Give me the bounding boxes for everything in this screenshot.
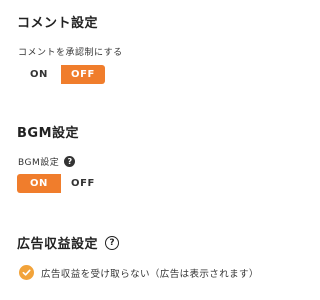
- ad-revenue-settings-title: 広告収益設定: [17, 237, 99, 252]
- comment-approval-off-option[interactable]: OFF: [61, 65, 105, 84]
- check-circle-icon[interactable]: [19, 265, 34, 280]
- bgm-label-row: BGM設定 ?: [18, 155, 76, 168]
- bgm-off-option[interactable]: OFF: [61, 174, 105, 193]
- bgm-on-option[interactable]: ON: [17, 174, 61, 193]
- comment-settings-title: コメント設定: [17, 16, 99, 31]
- bgm-settings-title: BGM設定: [17, 126, 80, 141]
- bgm-label: BGM設定: [18, 158, 60, 168]
- check-mark-icon: [22, 269, 31, 276]
- help-outline-icon[interactable]: ?: [105, 235, 120, 250]
- comment-approval-on-option[interactable]: ON: [17, 65, 61, 84]
- ad-revenue-option-label: 広告収益を受け取らない（広告は表示されます）: [41, 268, 259, 280]
- bgm-toggle[interactable]: ON OFF: [17, 174, 105, 193]
- comment-approval-toggle[interactable]: ON OFF: [17, 65, 105, 84]
- ad-revenue-title-row: 広告収益設定 ?: [17, 233, 120, 252]
- ad-revenue-option-row[interactable]: 広告収益を受け取らない（広告は表示されます）: [19, 265, 259, 280]
- help-circle-icon[interactable]: ?: [64, 156, 76, 167]
- comment-approval-label: コメントを承認制にする: [18, 48, 123, 58]
